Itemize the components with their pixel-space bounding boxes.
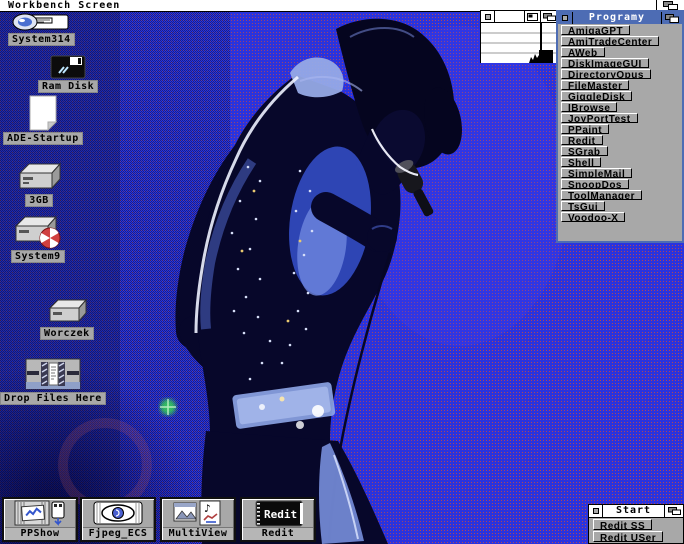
- slideshow-icon: [4, 499, 76, 527]
- hard-drive-icon: [16, 160, 62, 193]
- start-titlebar[interactable]: Start: [589, 505, 683, 518]
- program-button-giggledisk[interactable]: GiggleDisk: [561, 91, 632, 101]
- program-button-redit[interactable]: Redit: [561, 135, 603, 145]
- drop-tray-icon: [25, 358, 81, 391]
- programs-window: Programy AmigaGPT AmiTradeCenter AWeb Di…: [556, 10, 684, 243]
- close-icon: [561, 14, 569, 22]
- dock-label: Fjpeg_ECS: [83, 527, 153, 540]
- notebook-icon: Redit: [242, 499, 314, 527]
- hard-drive-disc-icon: [12, 213, 64, 249]
- desktop-icon-system314[interactable]: System314: [8, 13, 75, 46]
- close-icon: [592, 507, 600, 515]
- icon-label: System314: [8, 33, 75, 46]
- desktop-icon-worczek[interactable]: Worczek: [40, 296, 94, 340]
- hard-drive-icon: [46, 296, 88, 326]
- desktop-icon-drop-files-here[interactable]: Drop Files Here: [0, 358, 106, 405]
- program-button-ppaint[interactable]: PPaint: [561, 124, 609, 134]
- programs-list: AmigaGPT AmiTradeCenter AWeb DiskImageGU…: [558, 25, 682, 222]
- depth-icon: [543, 13, 556, 21]
- dock-label: MultiView: [163, 527, 233, 540]
- icon-label: Worczek: [40, 327, 94, 340]
- desktop-icon-ram-disk[interactable]: Ram Disk: [38, 55, 98, 93]
- program-button-tsgui[interactable]: TsGui: [561, 201, 605, 211]
- depth-icon: [668, 507, 681, 515]
- program-button-joyporttest[interactable]: JoyPortTest: [561, 113, 638, 123]
- program-button-aweb[interactable]: AWeb: [561, 47, 605, 57]
- dock-tile-multiview[interactable]: ♪ MultiView: [160, 497, 236, 542]
- desktop-icon-ade-startup[interactable]: ADE-Startup: [3, 95, 83, 145]
- start-button-redit-ss[interactable]: Redit SS: [593, 519, 652, 530]
- dock-tile-ppshow[interactable]: PPShow: [2, 497, 78, 542]
- start-button-redit-user[interactable]: Redit USer: [593, 531, 663, 542]
- icon-label: 3GB: [25, 194, 53, 207]
- program-button-snoopdos[interactable]: SnoopDos: [561, 179, 629, 189]
- icon-label: ADE-Startup: [3, 132, 83, 145]
- program-button-ibrowse[interactable]: IBrowse: [561, 102, 617, 112]
- desktop-icon-3gb[interactable]: 3GB: [16, 160, 62, 207]
- music-note-icon: ♪: [204, 502, 211, 515]
- monitor-window: [480, 10, 559, 63]
- start-window: Start Redit SS Redit USer: [588, 504, 684, 544]
- window-title: Programy: [573, 12, 661, 24]
- close-gadget[interactable]: [558, 12, 573, 24]
- programs-titlebar[interactable]: Programy: [558, 12, 682, 24]
- eye-icon: [82, 499, 154, 527]
- dock-label: PPShow: [5, 527, 75, 540]
- window-title: Start: [603, 505, 664, 517]
- program-button-sgrab[interactable]: SGrab: [561, 146, 608, 156]
- dock-tile-redit[interactable]: Redit Redit: [240, 497, 316, 542]
- multiview-icon: ♪: [162, 499, 234, 527]
- notebook-title-text: Redit: [264, 508, 297, 521]
- program-button-directoryopus[interactable]: DirectoryOpus: [561, 69, 651, 79]
- icon-label: Ram Disk: [38, 80, 98, 93]
- zoom-gadget[interactable]: [524, 11, 540, 22]
- dock-tile-fjpeg-ecs[interactable]: Fjpeg_ECS: [80, 497, 156, 542]
- close-gadget[interactable]: [589, 505, 603, 517]
- document-icon: [27, 95, 59, 131]
- program-button-filemaster[interactable]: FileMaster: [561, 80, 629, 90]
- program-button-toolmanager[interactable]: ToolManager: [561, 190, 642, 200]
- icon-label: System9: [11, 250, 65, 263]
- program-button-amigagpt[interactable]: AmigaGPT: [561, 25, 630, 35]
- workbench-screen: Workbench Screen System314 Ram Disk: [0, 0, 684, 544]
- zoom-icon: [527, 13, 538, 21]
- close-gadget[interactable]: [481, 11, 495, 22]
- icon-label: Drop Files Here: [0, 392, 106, 405]
- depth-gadget[interactable]: [661, 12, 682, 24]
- close-icon: [484, 13, 492, 21]
- program-button-voodoo-x[interactable]: Voodoo-X: [561, 212, 625, 222]
- program-button-amitradecenter[interactable]: AmiTradeCenter: [561, 36, 659, 46]
- depth-icon: [665, 14, 679, 23]
- monitor-titlebar[interactable]: [481, 11, 558, 23]
- screen-title: Workbench Screen: [0, 0, 120, 11]
- floppy-disk-icon: [49, 55, 87, 79]
- program-button-diskimagegui[interactable]: DiskImageGUI: [561, 58, 649, 68]
- dock-label: Redit: [243, 527, 313, 540]
- program-button-shell[interactable]: Shell: [561, 157, 601, 167]
- program-button-simplemail[interactable]: SimpleMail: [561, 168, 632, 178]
- depth-gadget[interactable]: [664, 505, 683, 517]
- depth-icon: [663, 1, 679, 10]
- desktop-icon-system9[interactable]: System9: [11, 213, 65, 263]
- cd-drive-icon: [12, 13, 70, 32]
- usage-graph: [481, 23, 558, 63]
